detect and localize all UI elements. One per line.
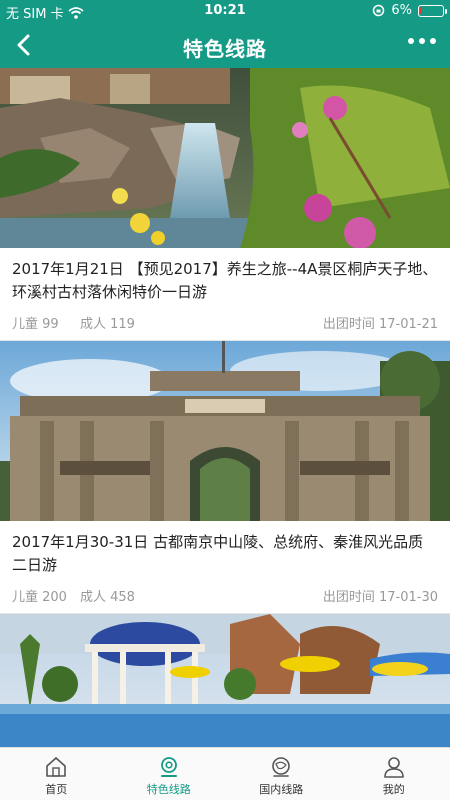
tab-label: 我的	[382, 783, 405, 796]
adult-price: 成人 458	[80, 590, 135, 605]
rotation-lock-icon	[373, 4, 385, 17]
more-dots-icon[interactable]	[408, 38, 436, 44]
adult-price: 成人 119	[80, 317, 135, 332]
departure-date: 出团时间 17-01-21	[322, 317, 438, 332]
child-price: 儿童 99	[12, 317, 59, 332]
child-price: 儿童 200	[12, 590, 67, 605]
tab-label: 特色线路	[146, 783, 191, 796]
bottom-tab-bar: 首页 特色线路 国内线路 我的	[0, 747, 450, 800]
profile-icon	[383, 757, 404, 778]
route-card[interactable]: 2017年1月21日 【预见2017】养生之旅--4A景区桐庐天子地、环溪村古村…	[0, 68, 450, 341]
status-bar: 无 SIM 卡 10:21 6%	[0, 0, 450, 22]
nav-header: 特色线路	[0, 22, 450, 68]
route-image-waterfall[interactable]	[0, 68, 450, 248]
tab-label: 国内线路	[259, 783, 304, 796]
home-icon	[46, 757, 67, 777]
tab-label: 首页	[45, 783, 68, 796]
route-image-resort-pool[interactable]	[0, 614, 450, 747]
route-card[interactable]	[0, 614, 450, 747]
battery-level	[420, 6, 422, 14]
tab-featured-routes[interactable]: 特色线路	[113, 748, 226, 800]
page-title: 特色线路	[183, 37, 267, 61]
tab-home[interactable]: 首页	[0, 748, 113, 800]
domestic-route-icon	[272, 757, 291, 777]
route-title[interactable]: 2017年1月21日 【预见2017】养生之旅--4A景区桐庐天子地、环溪村古村…	[12, 248, 438, 304]
tab-domestic-routes[interactable]: 国内线路	[225, 748, 338, 800]
featured-route-icon	[160, 757, 177, 777]
battery-icon	[418, 4, 447, 17]
departure-date: 出团时间 17-01-30	[322, 590, 438, 605]
route-title[interactable]: 2017年1月30-31日 古都南京中山陵、总统府、秦淮风光品质二日游	[12, 521, 438, 577]
route-card[interactable]: 2017年1月30-31日 古都南京中山陵、总统府、秦淮风光品质二日游 儿童 2…	[0, 341, 450, 614]
route-image-palace-gate[interactable]	[0, 341, 450, 521]
route-list[interactable]: 2017年1月21日 【预见2017】养生之旅--4A景区桐庐天子地、环溪村古村…	[0, 68, 450, 747]
battery-percent: 6%	[391, 3, 412, 18]
tab-profile[interactable]: 我的	[338, 748, 450, 800]
